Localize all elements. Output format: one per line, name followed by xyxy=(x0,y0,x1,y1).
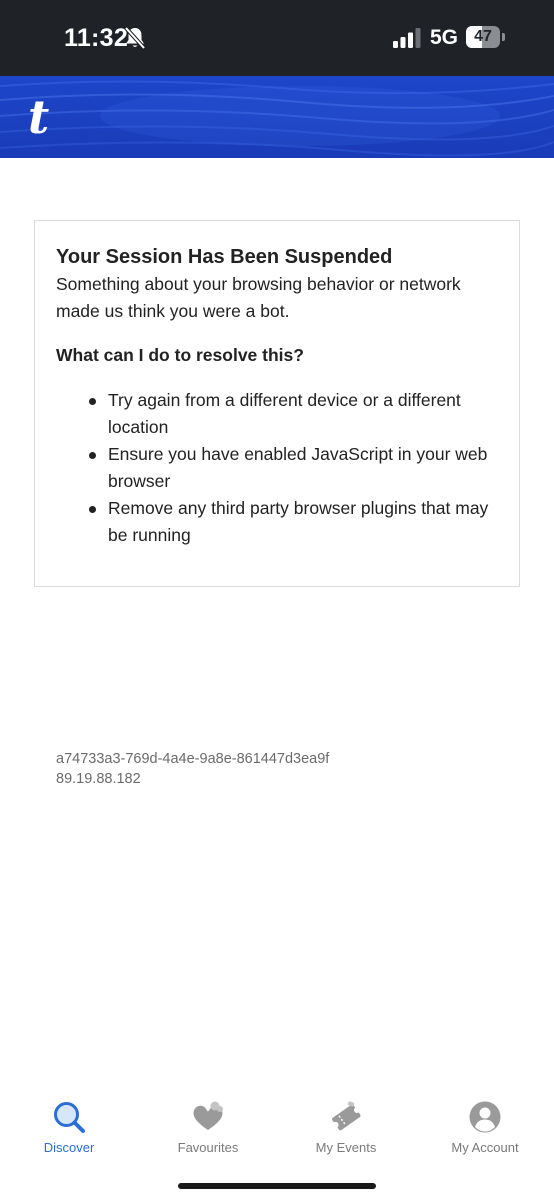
block-message-card: Your Session Has Been Suspended Somethin… xyxy=(34,220,520,587)
app-screen: 11:32 5G 47 t Your Session Has Been Susp… xyxy=(0,0,554,1200)
app-header: t xyxy=(0,76,554,158)
signal-icon xyxy=(393,28,421,48)
heart-icon xyxy=(193,1101,223,1130)
nav-item-favourites[interactable]: Favourites xyxy=(139,1090,277,1160)
network-type: 5G xyxy=(430,26,459,49)
bell-slash-icon xyxy=(124,26,146,50)
resolve-heading: What can I do to resolve this? xyxy=(56,345,304,365)
home-indicator[interactable] xyxy=(178,1183,376,1189)
nav-item-my-account[interactable]: My Account xyxy=(416,1090,554,1160)
nav-label: Favourites xyxy=(177,1140,239,1155)
block-title: Your Session Has Been Suspended xyxy=(56,246,393,268)
resolve-list: Try again from a different device or a d… xyxy=(56,387,499,549)
block-message: Something about your browsing behavior o… xyxy=(56,274,461,321)
resolve-item: Remove any third party browser plugins t… xyxy=(89,495,499,549)
battery-percent: 47 xyxy=(474,28,492,45)
search-icon xyxy=(54,1102,85,1133)
nav-label: My Account xyxy=(451,1140,519,1155)
nav-label: My Events xyxy=(315,1140,377,1155)
account-icon xyxy=(469,1101,501,1133)
ip-address: 89.19.88.182 xyxy=(56,771,141,787)
reference-id: a74733a3-769d-4a4e-9a8e-861447d3ea9f xyxy=(56,751,330,767)
bottom-nav: Discover Favourites My Events My Account xyxy=(0,1090,554,1170)
header-wave-pattern xyxy=(0,80,554,157)
nav-item-my-events[interactable]: My Events xyxy=(277,1090,415,1160)
status-time: 11:32 xyxy=(64,24,129,52)
status-bar: 11:32 5G 47 xyxy=(0,0,554,76)
resolve-item: Ensure you have enabled JavaScript in yo… xyxy=(89,441,499,495)
brand-logo[interactable]: t xyxy=(28,90,49,144)
nav-item-discover[interactable]: Discover xyxy=(0,1090,138,1160)
resolve-item: Try again from a different device or a d… xyxy=(89,387,499,441)
battery-icon: 47 xyxy=(466,26,505,48)
nav-label: Discover xyxy=(43,1140,95,1155)
ticket-icon xyxy=(332,1101,361,1131)
